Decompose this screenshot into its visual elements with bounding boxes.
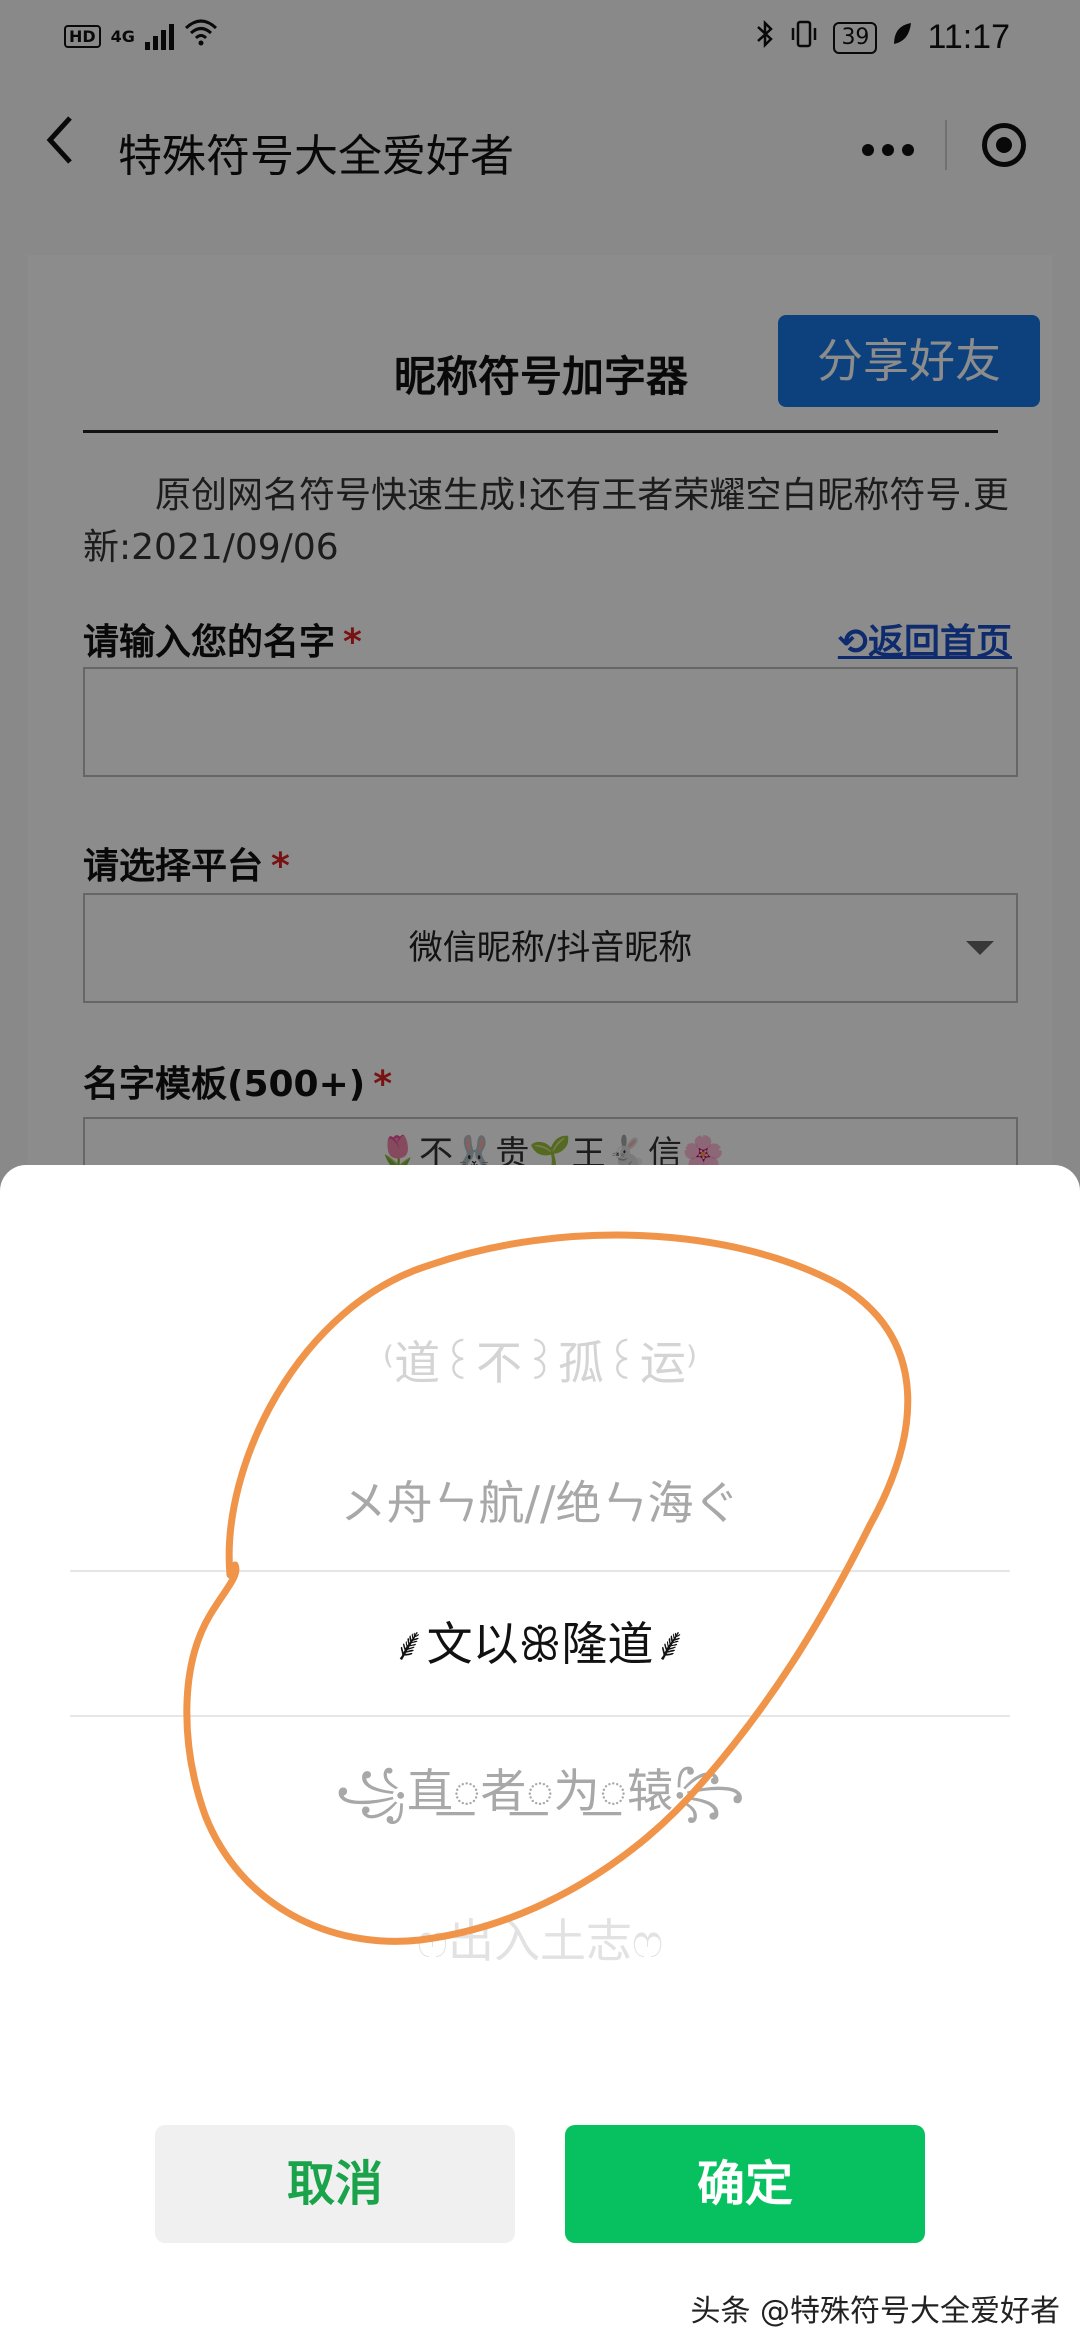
cancel-button[interactable]: 取消	[155, 2125, 515, 2243]
watermark: 头条 @特殊符号大全爱好者	[690, 2294, 1060, 2329]
hand-drawn-circle	[183, 1231, 912, 1945]
picker-sheet: ⁽道꒰不꒱孤꒰运⁾ メ舟ㄣ航//绝ㄣ海ぐ ⸙文以ꕥ隆道⸙ ꧁直꯭者꯭为꯭辕꧂ ෆ…	[0, 1165, 1080, 2340]
page: HD 4G 39 11:17 特殊符号大全爱好者 昵称符号加字器 分享好友 原创…	[0, 0, 1080, 2340]
confirm-button[interactable]: 确定	[565, 2125, 925, 2243]
